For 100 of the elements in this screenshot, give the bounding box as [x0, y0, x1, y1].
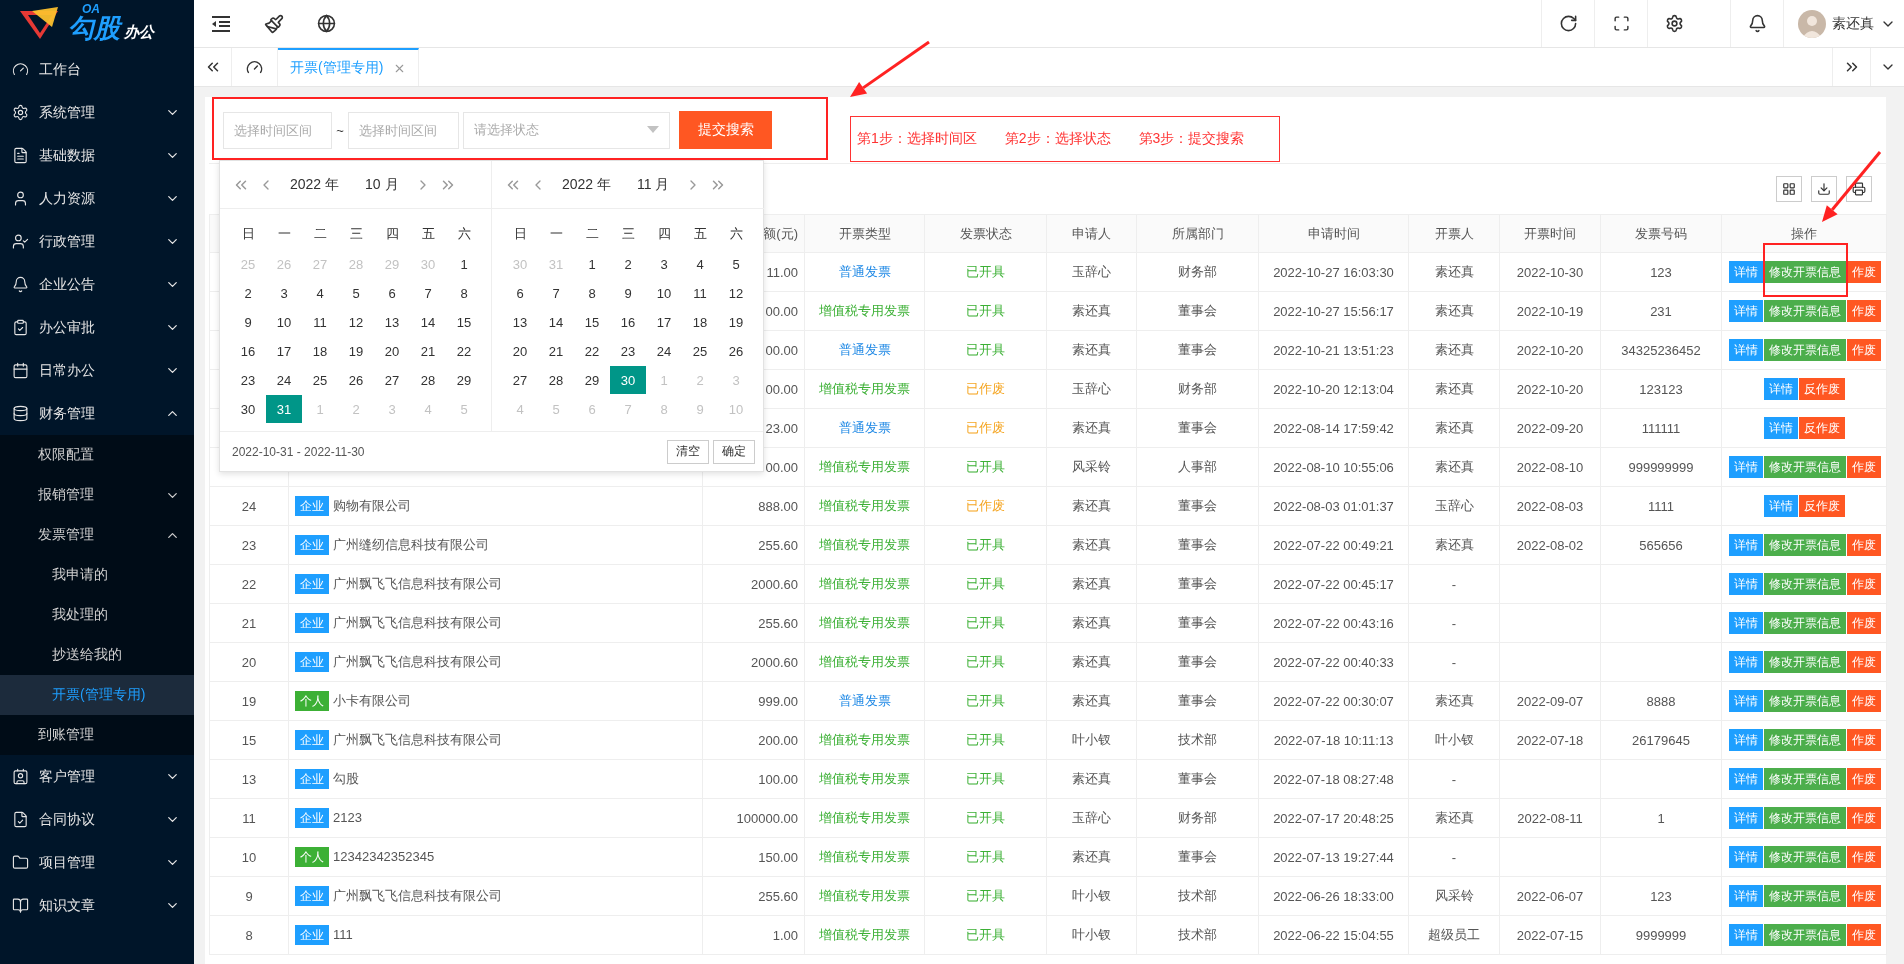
- sidebar-item[interactable]: 企业公告: [0, 263, 194, 306]
- calendar-day[interactable]: 3: [646, 250, 682, 278]
- sidebar-item[interactable]: 开票(管理专用): [0, 675, 194, 715]
- calendar-day[interactable]: 26: [718, 337, 754, 365]
- calendar-day[interactable]: 10: [646, 279, 682, 307]
- confirm-button[interactable]: 确定: [713, 439, 755, 464]
- calendar-day[interactable]: 8: [574, 279, 610, 307]
- table-cell: 2022-10-21 13:51:23: [1258, 330, 1409, 370]
- calendar-day[interactable]: 15: [574, 308, 610, 336]
- calendar-day[interactable]: 24: [266, 366, 302, 394]
- sidebar-item[interactable]: 办公审批: [0, 306, 194, 349]
- calendar-day[interactable]: 23: [230, 366, 266, 394]
- sidebar-item[interactable]: 我处理的: [0, 595, 194, 635]
- calendar-day[interactable]: 30: [610, 366, 646, 394]
- bell-icon: [12, 276, 29, 293]
- sidebar-item[interactable]: 基础数据: [0, 134, 194, 177]
- table-cell: 人事部: [1136, 447, 1259, 487]
- export-button[interactable]: [1811, 176, 1837, 202]
- sidebar-item[interactable]: 知识文章: [0, 884, 194, 927]
- sidebar-item[interactable]: 日常办公: [0, 349, 194, 392]
- calendar-day[interactable]: 17: [646, 308, 682, 336]
- sidebar-item[interactable]: 合同协议: [0, 798, 194, 841]
- calendar-day[interactable]: 10: [266, 308, 302, 336]
- sidebar-item[interactable]: 人力资源: [0, 177, 194, 220]
- calendar-day[interactable]: 31: [266, 395, 302, 423]
- calendar-day[interactable]: 8: [446, 279, 482, 307]
- sidebar-item[interactable]: 抄送给我的: [0, 635, 194, 675]
- calendar-day[interactable]: 14: [538, 308, 574, 336]
- calendar-day[interactable]: 21: [538, 337, 574, 365]
- calendar-day[interactable]: 11: [302, 308, 338, 336]
- calendar-day[interactable]: 9: [230, 308, 266, 336]
- sidebar-item[interactable]: 系统管理: [0, 91, 194, 134]
- calendar-day[interactable]: 13: [374, 308, 410, 336]
- calendar-day[interactable]: 6: [374, 279, 410, 307]
- sidebar-item[interactable]: 客户管理: [0, 755, 194, 798]
- column-header: 发票号码: [1600, 214, 1722, 253]
- calendar-day[interactable]: 1: [574, 250, 610, 278]
- calendar-day[interactable]: 5: [718, 250, 754, 278]
- calendar-day[interactable]: 27: [502, 366, 538, 394]
- sidebar-item[interactable]: 项目管理: [0, 841, 194, 884]
- columns-button[interactable]: [1776, 176, 1802, 202]
- calendar-day[interactable]: 28: [538, 366, 574, 394]
- calendar-day[interactable]: 7: [538, 279, 574, 307]
- table-cell: 素还真: [1408, 681, 1500, 721]
- sidebar-item[interactable]: 工作台: [0, 48, 194, 91]
- calendar-day[interactable]: 19: [338, 337, 374, 365]
- globe-icon: [317, 14, 336, 33]
- calendar-day[interactable]: 16: [610, 308, 646, 336]
- calendar-day[interactable]: 2: [230, 279, 266, 307]
- calendar-day[interactable]: 20: [374, 337, 410, 365]
- calendar-day[interactable]: 2: [610, 250, 646, 278]
- sidebar-item[interactable]: 我申请的: [0, 555, 194, 595]
- calendar-day[interactable]: 6: [502, 279, 538, 307]
- calendar-day[interactable]: 22: [446, 337, 482, 365]
- calendar-day[interactable]: 24: [646, 337, 682, 365]
- sidebar-item[interactable]: 行政管理: [0, 220, 194, 263]
- calendar-day[interactable]: 5: [338, 279, 374, 307]
- table-cell: -: [1408, 642, 1500, 682]
- calendar-day[interactable]: 20: [502, 337, 538, 365]
- calendar-day[interactable]: 28: [410, 366, 446, 394]
- sidebar-item[interactable]: 财务管理: [0, 392, 194, 435]
- calendar-day[interactable]: 14: [410, 308, 446, 336]
- calendar-day[interactable]: 23: [610, 337, 646, 365]
- calendar-day[interactable]: 25: [302, 366, 338, 394]
- calendar-day[interactable]: 18: [302, 337, 338, 365]
- table-cell: 董事会: [1136, 525, 1259, 565]
- calendar-year[interactable]: 2022 年: [290, 175, 340, 194]
- calendar-month[interactable]: 10 月: [365, 175, 399, 194]
- table-cell: 素还真: [1046, 330, 1137, 370]
- clear-button[interactable]: 清空: [667, 439, 709, 464]
- sidebar-item[interactable]: 报销管理: [0, 475, 194, 515]
- calendar-day[interactable]: 3: [266, 279, 302, 307]
- user-menu[interactable]: 素还真: [1783, 0, 1904, 47]
- sidebar-item[interactable]: 发票管理: [0, 515, 194, 555]
- calendar-day[interactable]: 4: [302, 279, 338, 307]
- calendar-day[interactable]: 30: [230, 395, 266, 423]
- table-cell: 2022-07-15: [1499, 915, 1601, 955]
- calendar-day[interactable]: 21: [410, 337, 446, 365]
- calendar-day[interactable]: 12: [338, 308, 374, 336]
- calendar-day[interactable]: 13: [502, 308, 538, 336]
- calendar-day[interactable]: 1: [446, 250, 482, 278]
- calendar-year[interactable]: 2022 年: [562, 175, 612, 194]
- calendar-day[interactable]: 7: [410, 279, 446, 307]
- calendar-day[interactable]: 26: [338, 366, 374, 394]
- calendar-month[interactable]: 11 月: [637, 175, 670, 194]
- end-date-field[interactable]: 选择时间区间: [348, 111, 459, 149]
- start-date-field[interactable]: 选择时间区间: [223, 111, 332, 149]
- calendar-day[interactable]: 9: [610, 279, 646, 307]
- calendar-day[interactable]: 17: [266, 337, 302, 365]
- calendar-day[interactable]: 22: [574, 337, 610, 365]
- calendar-day[interactable]: 15: [446, 308, 482, 336]
- table-cell: 叶小钗: [1408, 720, 1500, 760]
- caret-icon: [647, 126, 659, 134]
- table-cell: 2022-08-11: [1499, 798, 1601, 838]
- sidebar-item[interactable]: 权限配置: [0, 435, 194, 475]
- print-button[interactable]: [1846, 176, 1872, 202]
- calendar-day[interactable]: 29: [574, 366, 610, 394]
- sidebar-item[interactable]: 到账管理: [0, 715, 194, 755]
- calendar-day[interactable]: 29: [446, 366, 482, 394]
- calendar-day[interactable]: 27: [374, 366, 410, 394]
